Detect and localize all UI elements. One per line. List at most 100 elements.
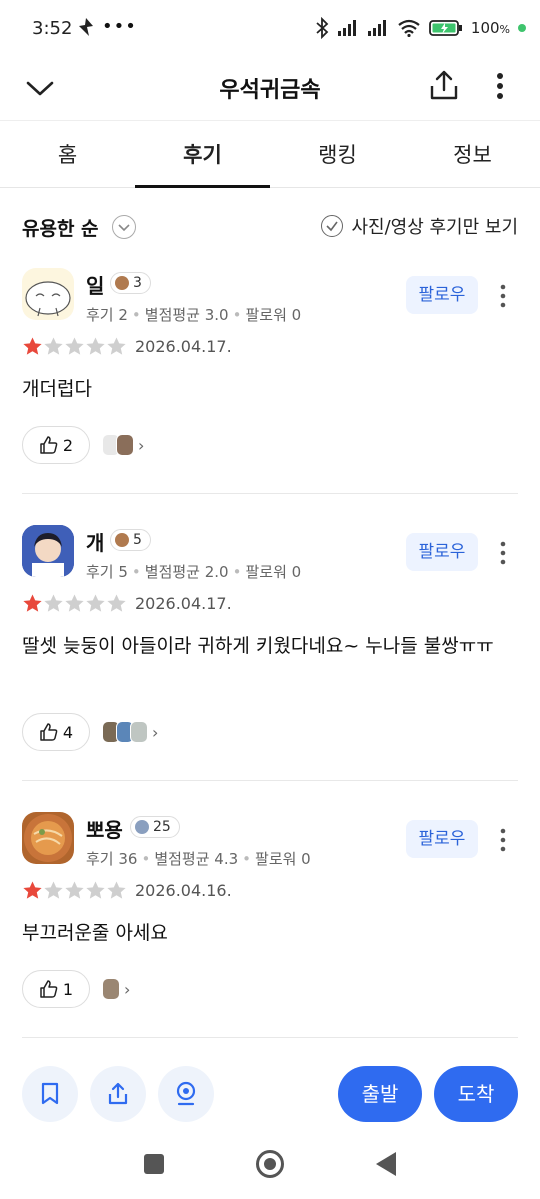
dot-separator: • xyxy=(131,563,141,581)
bronze-badge-icon xyxy=(115,533,129,547)
review-more-icon[interactable] xyxy=(494,282,512,310)
review-item: 뽀용 25 후기 36 • 별점평균 4.3 • 팔로워 0 팔로우 2026.04.1… xyxy=(22,812,518,1012)
star-empty-icon xyxy=(44,881,63,899)
review-text: 딸셋 늦둥이 아들이라 귀하게 키웠다네요~ 누나들 불쌍ㅠㅠ xyxy=(22,635,494,657)
level-badge: 3 xyxy=(110,272,151,294)
thumbs-up-icon xyxy=(40,980,58,998)
avatar[interactable] xyxy=(22,268,74,320)
back-icon[interactable] xyxy=(376,1152,396,1176)
star-empty-icon xyxy=(86,337,105,355)
review-item: 개 5 후기 5 • 별점평균 2.0 • 팔로워 0 팔로우 2026.04.17. … xyxy=(22,525,518,755)
avg-rating: 별점평균 2.0 xyxy=(144,563,229,581)
follow-button[interactable]: 팔로우 xyxy=(406,820,478,858)
wifi-icon xyxy=(398,19,420,37)
silver-badge-icon xyxy=(135,820,149,834)
status-time: 3:52 xyxy=(32,18,73,39)
review-item: 일 3 후기 2 • 별점평균 3.0 • 팔로워 0 팔로우 2026.04.17. … xyxy=(22,268,518,468)
dot-separator: • xyxy=(232,306,242,324)
star-empty-icon xyxy=(107,881,126,899)
tab-reviews[interactable]: 후기 xyxy=(135,121,270,188)
follow-button[interactable]: 팔로우 xyxy=(406,276,478,314)
battery-unit: % xyxy=(499,23,510,36)
sort-chevron-down-icon[interactable] xyxy=(112,215,136,239)
rating-row: 2026.04.17. xyxy=(22,593,232,614)
photo-video-filter-toggle[interactable]: 사진/영상 후기만 보기 xyxy=(321,213,518,239)
review-date: 2026.04.16. xyxy=(135,881,232,900)
review-count: 후기 36 xyxy=(86,850,138,868)
reviewer-name[interactable]: 개 xyxy=(86,527,104,556)
reviewer-name[interactable]: 일 xyxy=(86,270,104,299)
recent-apps-icon[interactable] xyxy=(144,1154,164,1174)
battery-icon xyxy=(429,20,462,36)
like-count: 2 xyxy=(62,435,74,455)
level-value: 3 xyxy=(133,275,142,291)
filter-row: 유용한 순 사진/영상 후기만 보기 xyxy=(22,208,518,246)
share-icon xyxy=(108,1082,128,1105)
rating-row: 2026.04.17. xyxy=(22,336,232,357)
share-icon[interactable] xyxy=(426,68,462,104)
map-pin-button[interactable] xyxy=(158,1066,214,1122)
arrive-button[interactable]: 도착 xyxy=(434,1066,518,1122)
thumbs-up-icon xyxy=(40,723,58,741)
signal-icon xyxy=(337,20,356,36)
review-date: 2026.04.17. xyxy=(135,337,232,356)
reviewer-name[interactable]: 뽀용 xyxy=(86,814,123,843)
avatar[interactable] xyxy=(22,812,74,864)
map-pin-icon xyxy=(176,1081,196,1106)
star-empty-icon xyxy=(86,881,105,899)
chevron-right-icon: › xyxy=(152,722,159,742)
like-button[interactable]: 4 xyxy=(22,713,90,751)
divider xyxy=(22,780,518,781)
star-filled-icon xyxy=(23,337,42,355)
tab-ranking[interactable]: 랭킹 xyxy=(270,121,405,187)
status-left-icons: ••• xyxy=(78,16,137,37)
like-button[interactable]: 1 xyxy=(22,970,90,1008)
follow-button[interactable]: 팔로우 xyxy=(406,533,478,571)
follower-count: 팔로워 0 xyxy=(245,563,302,581)
review-text: 부끄러운줄 아세요 xyxy=(22,922,168,944)
liker-avatar xyxy=(116,434,134,456)
star-empty-icon xyxy=(44,594,63,612)
star-filled-icon xyxy=(23,881,42,899)
tab-bar: 홈 후기 랭킹 정보 xyxy=(0,120,540,188)
more-vertical-icon[interactable] xyxy=(486,68,514,104)
bookmark-button[interactable] xyxy=(22,1066,78,1122)
dot-separator: • xyxy=(232,563,242,581)
reviewer-meta: 후기 5 • 별점평균 2.0 • 팔로워 0 xyxy=(86,561,301,582)
star-empty-icon xyxy=(44,337,63,355)
share-place-button[interactable] xyxy=(90,1066,146,1122)
bluetooth-icon xyxy=(316,17,329,39)
review-more-icon[interactable] xyxy=(494,826,512,854)
notification-icon xyxy=(79,17,93,36)
sort-dropdown[interactable]: 유용한 순 xyxy=(22,214,99,241)
level-badge: 5 xyxy=(110,529,151,551)
follower-count: 팔로워 0 xyxy=(255,850,311,868)
rating-row: 2026.04.16. xyxy=(22,880,232,901)
divider xyxy=(22,493,518,494)
liker-avatars[interactable]: › xyxy=(102,721,158,743)
liker-avatar xyxy=(102,978,120,1000)
tab-info[interactable]: 정보 xyxy=(405,121,540,187)
bronze-badge-icon xyxy=(115,276,129,290)
status-right: 100% xyxy=(315,17,526,39)
liker-avatars[interactable]: › xyxy=(102,978,130,1000)
battery-status-dot xyxy=(518,24,526,32)
avatar[interactable] xyxy=(22,525,74,577)
liker-avatars[interactable]: › xyxy=(102,434,144,456)
tab-home[interactable]: 홈 xyxy=(0,121,135,187)
level-value: 25 xyxy=(153,819,171,835)
review-more-icon[interactable] xyxy=(494,539,512,567)
thumbs-up-icon xyxy=(40,436,58,454)
liker-avatar xyxy=(130,721,148,743)
like-button[interactable]: 2 xyxy=(22,426,90,464)
system-nav-bar xyxy=(0,1138,540,1199)
star-empty-icon xyxy=(107,594,126,612)
signal-icon-2 xyxy=(367,20,386,36)
avg-rating: 별점평균 4.3 xyxy=(154,850,239,868)
divider xyxy=(22,1037,518,1038)
reviewer-meta: 후기 36 • 별점평균 4.3 • 팔로워 0 xyxy=(86,848,311,869)
star-empty-icon xyxy=(86,594,105,612)
depart-button[interactable]: 출발 xyxy=(338,1066,422,1122)
bottom-action-bar: 출발 도착 xyxy=(22,1064,518,1122)
home-icon[interactable] xyxy=(256,1150,284,1178)
